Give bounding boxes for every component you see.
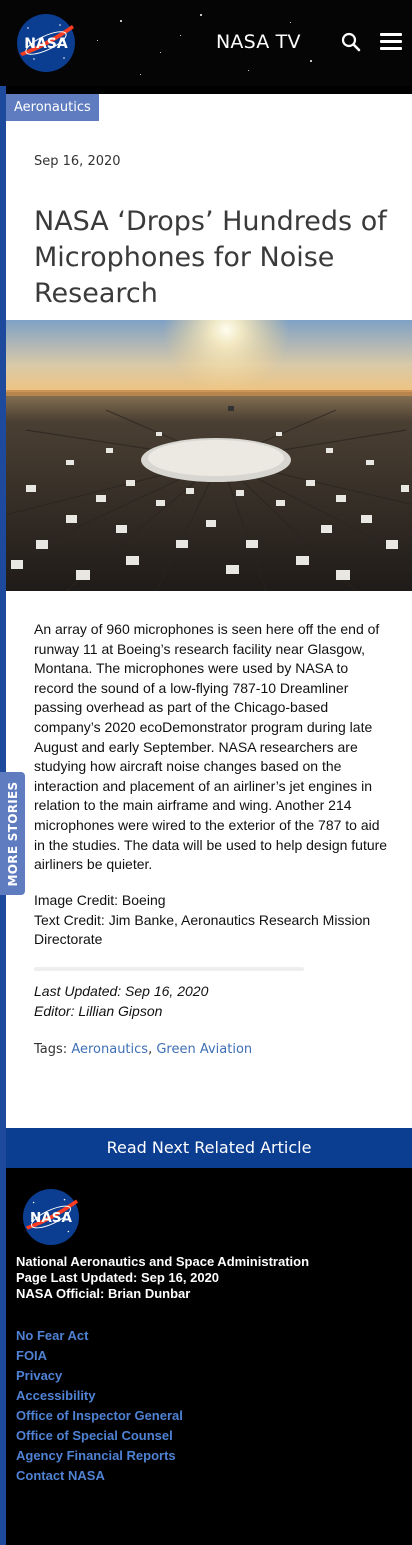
star xyxy=(200,14,202,16)
star xyxy=(97,40,98,41)
site-footer: NASA National Aeronautics and Space Admi… xyxy=(6,1168,412,1545)
category-tag[interactable]: Aeronautics xyxy=(6,94,99,121)
footer-link-foia[interactable]: FOIA xyxy=(16,1346,183,1366)
star xyxy=(140,74,141,75)
tag-link-green-aviation[interactable]: Green Aviation xyxy=(156,1042,252,1057)
footer-link-contact-nasa[interactable]: Contact NASA xyxy=(16,1466,183,1486)
menu-icon[interactable] xyxy=(380,33,402,51)
image-caption: An array of 960 microphones is seen here… xyxy=(34,621,388,873)
footer-link-no-fear-act[interactable]: No Fear Act xyxy=(16,1326,183,1346)
star xyxy=(120,20,122,22)
footer-official: NASA Official: Brian Dunbar xyxy=(16,1286,191,1301)
site-header: NASA NASA TV xyxy=(0,0,412,86)
footer-link-privacy[interactable]: Privacy xyxy=(16,1366,183,1386)
search-icon[interactable] xyxy=(341,32,361,52)
footer-page-updated: Page Last Updated: Sep 16, 2020 xyxy=(16,1270,220,1285)
text-credit: Text Credit: Jim Banke, Aeronautics Rese… xyxy=(34,911,371,948)
article-panel: Aeronautics Sep 16, 2020 NASA ‘Drops’ Hu… xyxy=(6,94,412,1128)
image-credit: Image Credit: Boeing xyxy=(34,892,166,908)
footer-link-inspector-general[interactable]: Office of Inspector General xyxy=(16,1406,183,1426)
footer-nasa-logo[interactable]: NASA xyxy=(22,1188,80,1246)
nasa-tv-link[interactable]: NASA TV xyxy=(216,31,301,53)
editor: Editor: Lillian Gipson xyxy=(34,1003,163,1019)
tags-label: Tags: xyxy=(34,1042,68,1057)
article-title: NASA ‘Drops’ Hundreds of Microphones for… xyxy=(34,206,387,309)
article-date: Sep 16, 2020 xyxy=(34,154,121,169)
article-meta: Last Updated: Sep 16, 2020 Editor: Lilli… xyxy=(34,981,208,1021)
read-next-button[interactable]: Read Next Related Article xyxy=(6,1128,412,1168)
tags: Tags: Aeronautics, Green Aviation xyxy=(34,1042,252,1057)
star xyxy=(180,35,181,36)
hero-image xyxy=(6,320,412,591)
last-updated: Last Updated: Sep 16, 2020 xyxy=(34,983,209,999)
footer-link-special-counsel[interactable]: Office of Special Counsel xyxy=(16,1426,183,1446)
footer-info: National Aeronautics and Space Administr… xyxy=(16,1254,309,1302)
star xyxy=(248,70,249,71)
star xyxy=(310,60,312,62)
tag-link-aeronautics[interactable]: Aeronautics xyxy=(71,1042,148,1057)
nasa-logo-text: NASA xyxy=(24,36,68,52)
star xyxy=(160,52,161,53)
article-credits: Image Credit: Boeing Text Credit: Jim Ba… xyxy=(34,891,388,950)
footer-links: No Fear Act FOIA Privacy Accessibility O… xyxy=(16,1326,183,1486)
nasa-logo[interactable]: NASA xyxy=(16,13,76,73)
more-stories-tab[interactable]: MORE STORIES xyxy=(0,772,25,895)
footer-org: National Aeronautics and Space Administr… xyxy=(16,1254,310,1269)
footer-link-financial-reports[interactable]: Agency Financial Reports xyxy=(16,1446,183,1466)
star xyxy=(290,22,291,23)
divider xyxy=(34,967,304,971)
footer-logo-text: NASA xyxy=(30,1210,73,1226)
more-stories-label: MORE STORIES xyxy=(5,781,20,886)
footer-link-accessibility[interactable]: Accessibility xyxy=(16,1386,183,1406)
